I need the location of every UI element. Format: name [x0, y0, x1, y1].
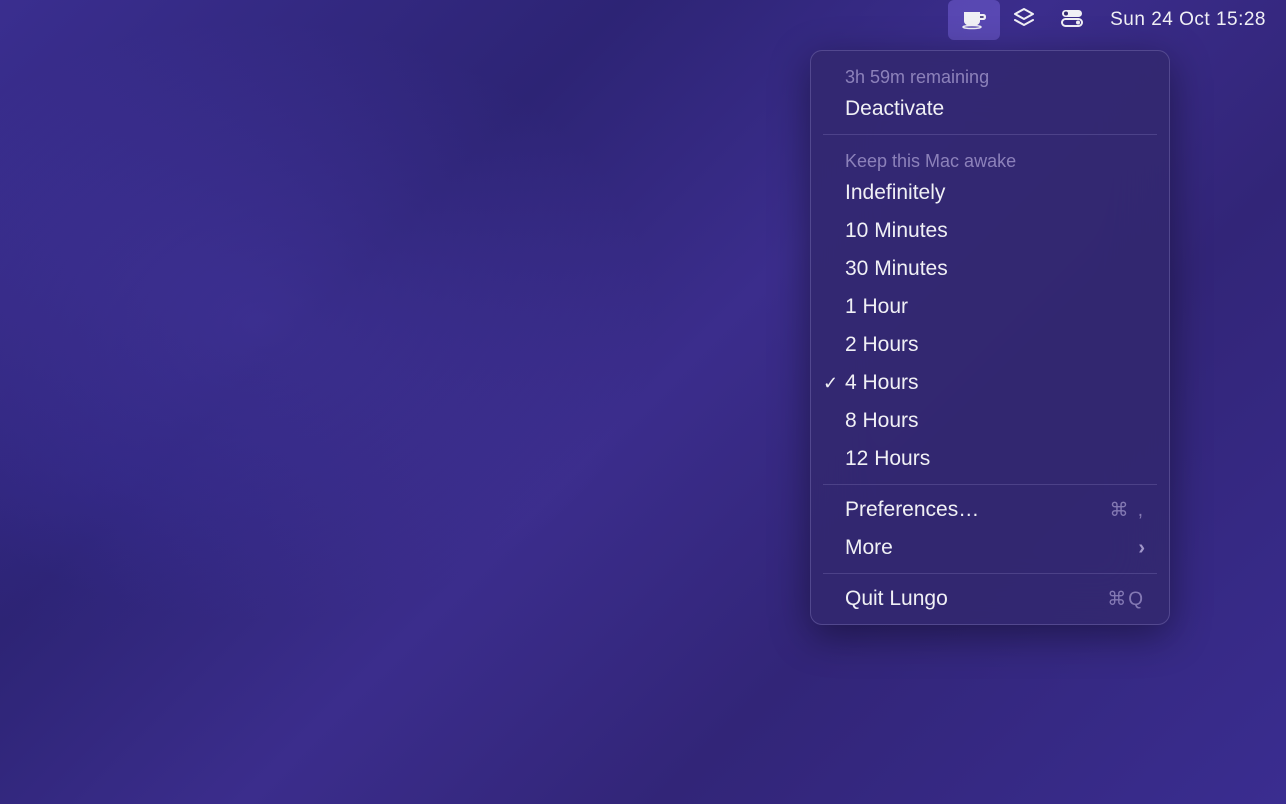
duration-label: 12 Hours	[845, 447, 930, 471]
remaining-time-label: 3h 59m remaining	[811, 57, 1169, 90]
duration-label: 2 Hours	[845, 333, 919, 357]
duration-1hr[interactable]: 1 Hour	[811, 288, 1169, 326]
duration-label: Indefinitely	[845, 181, 945, 205]
duration-2hr[interactable]: 2 Hours	[811, 326, 1169, 364]
control-center-icon	[1060, 8, 1084, 33]
deactivate-menu-item[interactable]: Deactivate	[811, 90, 1169, 128]
duration-label: 1 Hour	[845, 295, 908, 319]
menu-divider	[823, 484, 1157, 485]
duration-12hr[interactable]: 12 Hours	[811, 440, 1169, 478]
menubar-layers-icon[interactable]	[1000, 0, 1048, 40]
lungo-dropdown-menu: 3h 59m remaining Deactivate Keep this Ma…	[810, 50, 1170, 625]
chevron-right-icon: ›	[1138, 537, 1145, 560]
duration-4hr[interactable]: ✓ 4 Hours	[811, 364, 1169, 402]
duration-label: 4 Hours	[845, 371, 919, 395]
quit-label: Quit Lungo	[845, 587, 948, 611]
menubar-lungo-icon[interactable]	[948, 0, 1000, 40]
menu-divider	[823, 573, 1157, 574]
menubar: Sun 24 Oct 15:28	[948, 0, 1286, 40]
deactivate-label: Deactivate	[845, 97, 944, 121]
duration-label: 10 Minutes	[845, 219, 948, 243]
coffee-cup-icon	[960, 6, 988, 35]
duration-indefinitely[interactable]: Indefinitely	[811, 174, 1169, 212]
more-label: More	[845, 536, 893, 560]
checkmark-icon: ✓	[823, 373, 838, 394]
more-menu-item[interactable]: More ›	[811, 529, 1169, 567]
menu-divider	[823, 134, 1157, 135]
duration-10min[interactable]: 10 Minutes	[811, 212, 1169, 250]
duration-label: 30 Minutes	[845, 257, 948, 281]
layers-icon	[1012, 6, 1036, 35]
duration-label: 8 Hours	[845, 409, 919, 433]
preferences-label: Preferences…	[845, 498, 979, 522]
duration-30min[interactable]: 30 Minutes	[811, 250, 1169, 288]
preferences-menu-item[interactable]: Preferences… ⌘ ,	[811, 491, 1169, 529]
keep-awake-header: Keep this Mac awake	[811, 141, 1169, 174]
menubar-datetime[interactable]: Sun 24 Oct 15:28	[1096, 9, 1266, 31]
duration-8hr[interactable]: 8 Hours	[811, 402, 1169, 440]
quit-shortcut: ⌘Q	[1107, 588, 1145, 611]
quit-menu-item[interactable]: Quit Lungo ⌘Q	[811, 580, 1169, 618]
menubar-control-center-icon[interactable]	[1048, 0, 1096, 40]
preferences-shortcut: ⌘ ,	[1109, 499, 1145, 522]
